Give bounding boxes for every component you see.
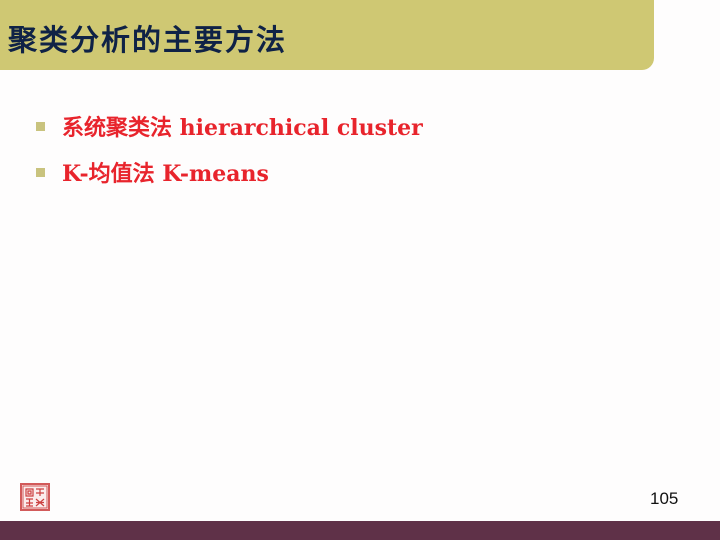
bullet-text: K-均值法 K-means bbox=[62, 161, 269, 187]
bullet-item: 系统聚类法 hierarchical cluster bbox=[36, 106, 423, 146]
slide-title: 聚类分析的主要方法 bbox=[8, 23, 288, 57]
square-bullet-icon bbox=[36, 121, 45, 131]
bottom-bar bbox=[0, 521, 720, 540]
bullet-item: K-均值法 K-means bbox=[36, 152, 423, 192]
bullet-list: 系统聚类法 hierarchical cluster K-均值法 K-means bbox=[36, 106, 423, 198]
title-bar: 聚类分析的主要方法 bbox=[0, 0, 654, 70]
square-bullet-icon bbox=[36, 167, 45, 177]
seal-logo-icon bbox=[20, 483, 50, 511]
bullet-text: 系统聚类法 hierarchical cluster bbox=[62, 115, 423, 141]
page-number: 105 bbox=[650, 489, 679, 508]
